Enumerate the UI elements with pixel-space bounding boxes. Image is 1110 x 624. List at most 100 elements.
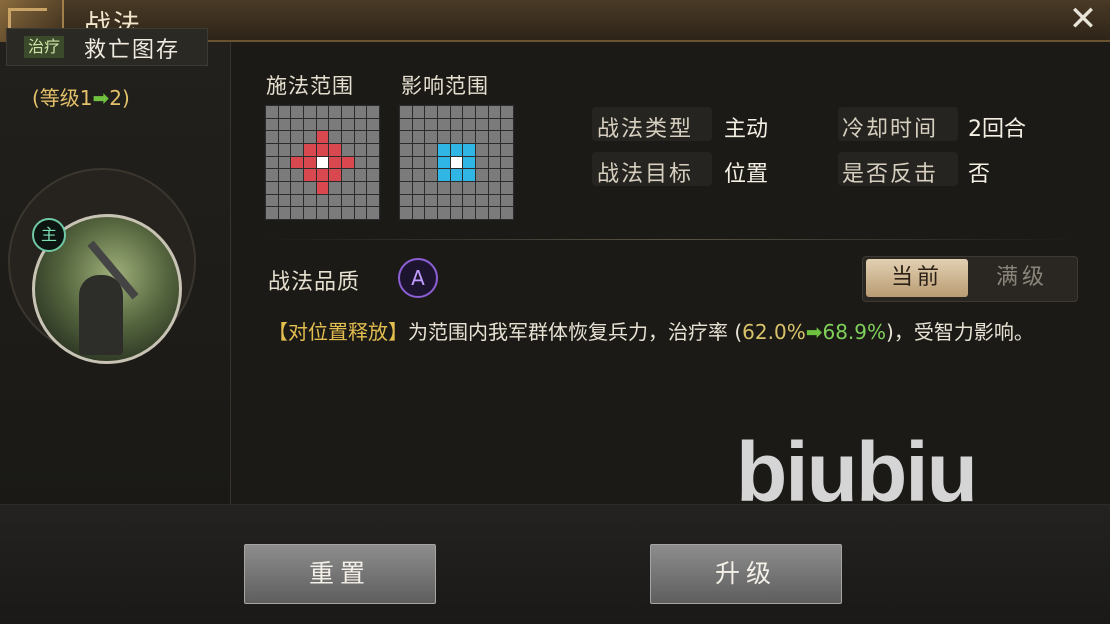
range-cell [304,194,316,207]
range-cell [329,169,341,181]
range-cell [342,182,354,194]
range-cell [316,144,329,156]
range-cell [501,156,513,169]
level-arrow-icon: ➡ [92,86,110,110]
range-cell [304,118,316,131]
range-cell [304,182,316,194]
range-cell [438,182,450,194]
range-cell [463,207,475,219]
range-cell [425,182,437,194]
range-cell [291,169,303,181]
range-cell [278,194,291,207]
skill-name: 救亡图存 [84,38,181,63]
reset-button[interactable]: 重置 [244,544,436,604]
range-cell [278,118,291,131]
range-cell [476,156,488,169]
range-cell [450,131,463,143]
range-cell [354,156,367,169]
close-icon[interactable]: ✕ [1066,2,1100,36]
range-cell [354,169,367,181]
range-cell [488,169,501,181]
range-cell [304,169,316,181]
range-cell [488,182,501,194]
range-cell [367,144,379,156]
range-cell [488,144,501,156]
range-cell [354,144,367,156]
range-cell [367,118,379,131]
range-cell [291,118,303,131]
range-cell [342,169,354,181]
range-cell [329,106,341,118]
range-cell [266,207,278,219]
range-cell [463,144,475,156]
range-cell [463,194,475,207]
range-cell [476,106,488,118]
range-cell [425,169,437,181]
range-cell [438,106,450,118]
range-cell [412,182,425,194]
range-cell [266,118,278,131]
counter-label: 是否反击 [842,162,939,187]
range-cell [316,194,329,207]
range-cell [501,118,513,131]
range-cell [304,144,316,156]
skill-description: 【对位置释放】为范围内我军群体恢复兵力，治疗率 (62.0%➡68.9%)，受智… [268,316,1088,348]
range-cell [412,207,425,219]
range-cell [329,194,341,207]
range-cell [278,169,291,181]
range-cell [354,194,367,207]
range-cell [438,118,450,131]
range-cell [450,207,463,219]
bottom-bar [0,504,1110,624]
range-cell [412,106,425,118]
range-cell [342,106,354,118]
range-cell [304,131,316,143]
range-cell [425,194,437,207]
range-cell [400,156,412,169]
range-cell [412,131,425,143]
range-cell [266,182,278,194]
range-cell [354,106,367,118]
rate-arrow-icon: ➡ [805,320,823,344]
range-cell [501,169,513,181]
warrior-figure [79,275,123,355]
range-cell [278,182,291,194]
range-cell [400,182,412,194]
range-cell [488,106,501,118]
skill-type-tag: 治疗 [24,36,65,58]
range-cell [463,156,475,169]
tab-max-level[interactable]: 满级 [972,259,1072,297]
range-cell [425,156,437,169]
range-cell [354,207,367,219]
range-cell [501,207,513,219]
range-cell [266,169,278,181]
range-cell [291,106,303,118]
range-cell [266,131,278,143]
range-cell [291,182,303,194]
range-cell [450,194,463,207]
range-cell [501,131,513,143]
range-cell [278,106,291,118]
range-cell [400,144,412,156]
range-cell [342,118,354,131]
range-cell [425,144,437,156]
range-cell [488,118,501,131]
skill-type-value: 主动 [724,117,769,142]
range-cell [412,169,425,181]
tab-current[interactable]: 当前 [866,259,968,297]
skill-target-label: 战法目标 [597,162,694,187]
upgrade-button[interactable]: 升级 [650,544,842,604]
description-prefix: 【对位置释放】 [268,320,408,344]
range-cell [476,144,488,156]
skill-target-value: 位置 [724,162,769,187]
skill-level: (等级1➡2) [32,82,130,111]
range-cell [450,182,463,194]
range-cell [304,207,316,219]
range-cell [488,207,501,219]
range-cell [278,156,291,169]
range-cell [291,131,303,143]
range-cell [367,194,379,207]
range-cell [501,106,513,118]
range-cell [412,194,425,207]
range-cell [400,169,412,181]
